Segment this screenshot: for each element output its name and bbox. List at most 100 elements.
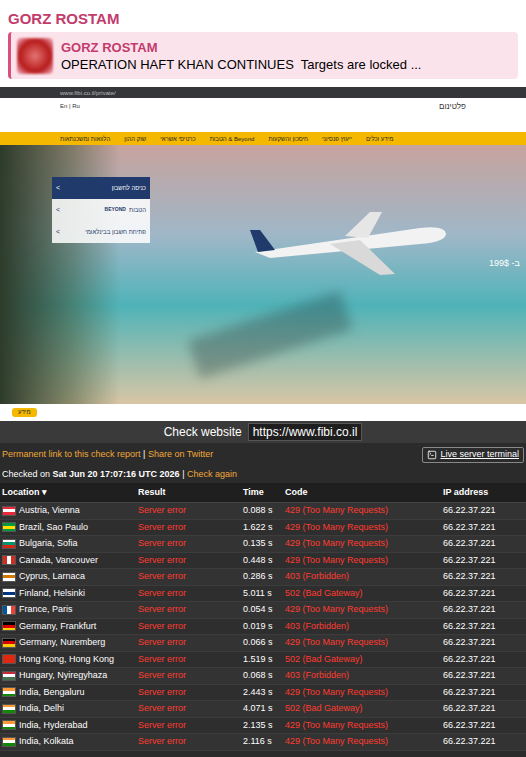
flag-icon (2, 720, 16, 730)
info-button[interactable]: מידע (12, 408, 37, 417)
check-again[interactable]: Check again (187, 468, 237, 482)
flag-icon (2, 621, 16, 631)
table-row: France, ParisServer error0.054 s429 (Too… (0, 602, 526, 619)
column-header[interactable]: Location ▾ (2, 486, 138, 500)
nav-item[interactable]: Beyond & הטבות (210, 135, 255, 143)
table-row: Brazil, Sao Paulo Server error1.622 s429 … (0, 520, 526, 537)
code-cell: 502 (Bad Gateway) (285, 587, 443, 601)
column-header[interactable]: Time (243, 486, 285, 500)
reply-quote[interactable]: GORZ ROSTAMOPERATION HAFT KHAN CONTINUES… (8, 32, 518, 79)
ip-cell: 66.22.37.221 (443, 686, 524, 700)
column-header[interactable]: Code (285, 486, 443, 500)
location-cell: Brazil, Sao Paulo (19, 521, 88, 535)
side-menu: <כניסה לחשבון<BEYONDהטבות<פתיחת חשבון בב… (52, 177, 150, 243)
column-header[interactable]: Result (138, 486, 243, 500)
side-menu-item[interactable]: <BEYONDהטבות (52, 199, 150, 221)
code-cell: 403 (Forbidden) (285, 620, 443, 634)
time-cell: 0.054 s (243, 603, 285, 617)
location-cell: India, Kolkata (19, 735, 74, 749)
share-link[interactable]: Share on Twitter (148, 449, 213, 459)
price-tag: 199$ -ב (489, 257, 520, 271)
time-cell: 1.622 s (243, 521, 285, 535)
checked-time: Sat Jun 20 17:07:16 UTC 2026 (50, 468, 180, 482)
ip-cell: 66.22.37.221 (443, 653, 524, 667)
result-cell: Server error (138, 554, 243, 568)
language-switch[interactable]: En | Ru (60, 102, 80, 110)
result-cell: Server error (138, 521, 243, 535)
result-cell: Server error (138, 587, 243, 601)
code-cell: 403 (Forbidden) (285, 669, 443, 683)
code-cell: 429 (Too Many Requests) (285, 686, 443, 700)
site-nav: הלוואות ומשכנתאות שוק ההון כרטיסי אשראי Bey… (0, 132, 526, 145)
flag-icon (2, 555, 16, 565)
location-cell: Finland, Helsinki (19, 587, 85, 601)
nav-item[interactable]: שוק ההון (124, 135, 146, 143)
result-cell: Server error (138, 669, 243, 683)
links-row: Permanent link to this check report | Sh… (0, 443, 526, 467)
result-cell: Server error (138, 537, 243, 551)
post-image[interactable]: www.fibi.co.il/private/En | Ruפלטינוםהלו… (0, 87, 526, 757)
reply-author: GORZ ROSTAM (61, 39, 421, 56)
post-header: GORZ ROSTAMGORZ ROSTAMOPERATION HAFT KHA… (0, 0, 526, 79)
ip-cell: 66.22.37.221 (443, 587, 524, 601)
code-cell: 429 (Too Many Requests) (285, 521, 443, 535)
ip-cell: 66.22.37.221 (443, 702, 524, 716)
nav-item[interactable]: כרטיסי אשראי (160, 135, 195, 143)
time-cell: 0.135 s (243, 537, 285, 551)
nav-item[interactable]: מידע וכלים (366, 135, 393, 143)
table-row: Germany, NurembergServer error0.066 s429… (0, 635, 526, 652)
author-name[interactable]: GORZ ROSTAM (8, 9, 518, 28)
check-url[interactable]: https://www.fibi.co.il (248, 423, 363, 441)
ip-cell: 66.22.37.221 (443, 504, 524, 518)
side-menu-item[interactable]: <כניסה לחשבון (52, 177, 150, 199)
ip-cell: 66.22.37.221 (443, 537, 524, 551)
location-cell: Germany, Nuremberg (19, 636, 105, 650)
sort-icon: ▾ (40, 487, 48, 497)
location-cell: Germany, Frankfurt (19, 620, 96, 634)
location-cell: India, Delhi (19, 702, 64, 716)
location-cell: Austria, Vienna (19, 504, 80, 518)
ip-cell: 66.22.37.221 (443, 735, 524, 749)
table-header: Location ▾ResultTimeCodeIP address (0, 483, 526, 503)
location-cell: Hong Kong, Hong Kong (19, 653, 114, 667)
code-cell: 429 (Too Many Requests) (285, 735, 443, 749)
nav-item[interactable]: הלוואות ומשכנתאות (60, 135, 110, 143)
nav-item[interactable]: ייעוץ פנסיוני (322, 135, 352, 143)
site-brand[interactable]: פלטינום (439, 102, 466, 112)
table-row: India, HyderabadServer error2.135 s429 (… (0, 718, 526, 735)
check-report: Check website https://www.fibi.co.il Perma… (0, 421, 526, 757)
result-cell: Server error (138, 653, 243, 667)
flag-icon (2, 522, 16, 532)
side-menu-item[interactable]: <פתיחת חשבון בבינלאומי (52, 221, 150, 243)
result-cell: Server error (138, 570, 243, 584)
time-cell: 0.448 s (243, 554, 285, 568)
beyond-badge: BEYOND (105, 206, 126, 214)
table-row: India, BengaluruServer error2.443 s429 (… (0, 685, 526, 702)
time-cell: 0.088 s (243, 504, 285, 518)
flag-icon (2, 539, 16, 549)
nav-item[interactable]: חיסכון והשקעות (268, 135, 308, 143)
telegram-post: GORZ ROSTAMGORZ ROSTAMOPERATION HAFT KHA… (0, 0, 526, 757)
location-cell: Bulgaria, Sofia (19, 537, 78, 551)
time-cell: 1.519 s (243, 653, 285, 667)
terminal-button[interactable]: Live server terminal (422, 447, 524, 463)
table-row: Finland, HelsinkiServer error5.011 s502 … (0, 586, 526, 603)
column-header[interactable]: IP address (443, 486, 524, 500)
time-cell: 2.116 s (243, 735, 285, 749)
code-cell: 429 (Too Many Requests) (285, 554, 443, 568)
table-row: Cyprus, LarnacaServer error0.286 s403 (F… (0, 569, 526, 586)
result-cell: Server error (138, 702, 243, 716)
flag-icon (2, 654, 16, 664)
code-cell: 502 (Bad Gateway) (285, 653, 443, 667)
table-row: Hong Kong, Hong Kong Server error1.519 s5… (0, 652, 526, 669)
location-cell: France, Paris (19, 603, 73, 617)
permalink[interactable]: Permanent link to this check report (2, 449, 141, 459)
location-cell: India, Hyderabad (19, 719, 88, 733)
code-cell: 429 (Too Many Requests) (285, 636, 443, 650)
table-row: Bulgaria, SofiaServer error0.135 s429 (T… (0, 536, 526, 553)
airplane-icon (250, 200, 450, 280)
ip-cell: 66.22.37.221 (443, 719, 524, 733)
check-label: Check website (164, 423, 242, 441)
flag-icon (2, 572, 16, 582)
avatar-icon (17, 38, 53, 74)
